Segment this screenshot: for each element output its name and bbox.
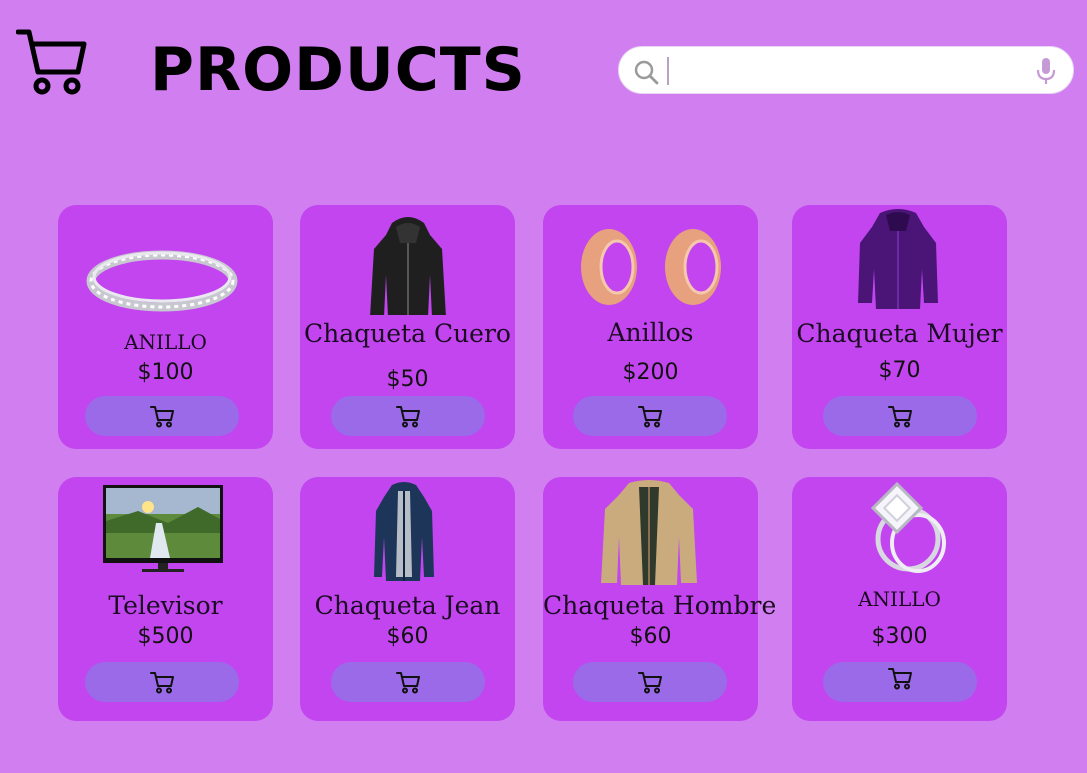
add-to-cart-icon <box>150 406 174 428</box>
product-price: $60 <box>386 624 429 649</box>
product-price: $50 <box>386 367 429 392</box>
search-input[interactable] <box>675 55 1019 89</box>
page-title: PRODUCTS <box>150 35 526 105</box>
product-price: $500 <box>137 624 194 649</box>
add-to-cart-button[interactable] <box>85 396 239 436</box>
product-name: Anillos <box>607 318 694 347</box>
product-price: $100 <box>137 360 194 385</box>
add-to-cart-button[interactable] <box>823 396 977 436</box>
rose-gold-rings-image <box>581 229 721 305</box>
product-name: Chaqueta Jean <box>314 591 501 620</box>
product-price: $200 <box>622 360 679 385</box>
product-card: ANILLO $100 <box>58 205 273 449</box>
product-name: Chaqueta Cuero <box>304 319 511 348</box>
product-card: Televisor $500 <box>58 477 273 721</box>
add-to-cart-icon <box>396 672 420 694</box>
beige-jacket-image <box>601 480 697 585</box>
add-to-cart-button[interactable] <box>823 662 977 702</box>
product-card: Chaqueta Mujer $70 <box>792 205 1007 449</box>
microphone-icon[interactable] <box>1035 57 1057 85</box>
add-to-cart-button[interactable] <box>573 396 727 436</box>
product-card: Anillos $200 <box>543 205 758 449</box>
silver-ring-image <box>86 250 238 312</box>
search-caret <box>667 57 669 85</box>
product-name: ANILLO <box>124 330 207 354</box>
search-bar[interactable] <box>618 46 1074 94</box>
television-image <box>103 485 223 572</box>
add-to-cart-icon <box>888 668 912 690</box>
add-to-cart-icon <box>888 406 912 428</box>
add-to-cart-icon <box>150 672 174 694</box>
leather-jacket-image <box>370 217 446 315</box>
purple-jacket-image <box>858 209 938 309</box>
product-card: Chaqueta Hombre $60 <box>543 477 777 721</box>
product-price: $300 <box>871 624 928 649</box>
search-icon[interactable] <box>633 59 659 85</box>
product-card: Chaqueta Cuero $50 <box>300 205 515 449</box>
product-name: ANILLO <box>858 587 941 611</box>
diamond-ring-image <box>870 481 946 573</box>
add-to-cart-icon <box>396 406 420 428</box>
product-price: $70 <box>878 358 921 383</box>
add-to-cart-icon <box>638 672 662 694</box>
navy-coat-image <box>374 482 434 581</box>
product-name: Chaqueta Hombre <box>543 591 777 620</box>
add-to-cart-button[interactable] <box>573 662 727 702</box>
product-card: ANILLO $300 <box>792 477 1007 721</box>
add-to-cart-button[interactable] <box>331 662 485 702</box>
shopping-cart-icon[interactable] <box>16 26 88 98</box>
add-to-cart-button[interactable] <box>331 396 485 436</box>
add-to-cart-button[interactable] <box>85 662 239 702</box>
product-price: $60 <box>629 624 672 649</box>
add-to-cart-icon <box>638 406 662 428</box>
product-card: Chaqueta Jean $60 <box>300 477 515 721</box>
product-name: Chaqueta Mujer <box>796 319 1003 348</box>
product-name: Televisor <box>108 591 223 620</box>
